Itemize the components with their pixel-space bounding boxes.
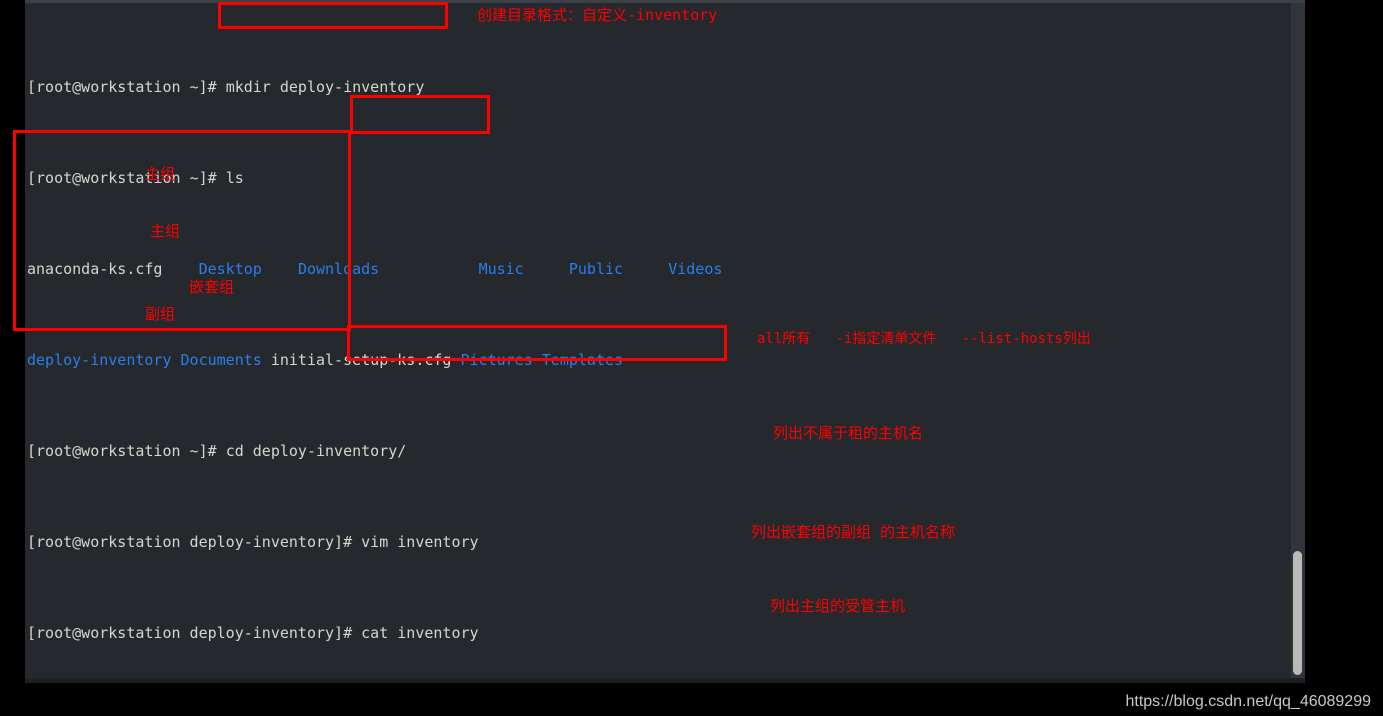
scrollbar-track[interactable] [1291, 3, 1305, 678]
ls-entry-documents: Documents [180, 350, 262, 369]
ls-entry-anaconda: anaconda-ks.cfg [27, 259, 163, 278]
shell-prompt: [root@workstation ~]# [27, 441, 226, 460]
annotation-ungrouped-note: 列出不属于租的主机名 [773, 424, 924, 442]
terminal-line-prompt-cd: [root@workstation ~]# cd deploy-inventor… [27, 442, 1277, 460]
annotation-ansible-all-note: all所有 -i指定清单文件 --list-hosts列出 [757, 331, 1091, 347]
terminal-top-edge [25, 0, 1305, 3]
ls-entry-initial-setup: initial-setup-ks.cfg [270, 350, 452, 369]
annotation-webservers-cmd-note: 列出主组的受管主机 [770, 597, 906, 615]
command-mkdir: mkdir deploy-inventory [225, 77, 425, 96]
shell-prompt: [root@workstation ~]# [27, 168, 226, 187]
annotation-mkdir-note: 创建目录格式：自定义-inventory [477, 6, 718, 24]
ls-entry-pictures: Pictures [460, 350, 533, 369]
terminal-line-prompt-ls: [root@workstation ~]# ls [27, 169, 1277, 187]
watermark-url: https://blog.csdn.net/qq_46089299 [1125, 693, 1371, 710]
command-ls: ls [225, 168, 244, 187]
ls-entry-templates: Templates [541, 350, 624, 369]
ls-output-row-1: anaconda-ks.cfg Desktop Downloads Music … [27, 260, 1277, 278]
ls-entry-music: Music [478, 259, 524, 278]
ls-entry-downloads: Downloads [297, 259, 380, 278]
annotation-server-note: 列出嵌套组的副组 的主机名称 [751, 523, 956, 541]
shell-prompt: [root@workstation deploy-inventory]# [27, 532, 362, 551]
terminal-line-prompt-mkdir: [root@workstation ~]# mkdir deploy-inven… [27, 78, 1277, 96]
ls-entry-desktop: Desktop [198, 259, 262, 278]
annotation-dbservers-group: 主组 [150, 222, 181, 240]
annotation-webservers-group: 主组 [145, 165, 176, 183]
shell-prompt: [root@workstation ~]# [27, 77, 226, 96]
annotation-subgroup: 副组 [145, 305, 176, 323]
command-cd: cd deploy-inventory/ [225, 441, 407, 460]
ls-output-row-2: deploy-inventory Documents initial-setup… [27, 351, 1277, 369]
terminal-line-prompt-vim: [root@workstation deploy-inventory]# vim… [27, 533, 1277, 551]
shell-prompt: [root@workstation deploy-inventory]# [27, 623, 362, 642]
terminal-bottom-edge [25, 678, 1305, 683]
annotation-children-group: 嵌套组 [189, 278, 235, 296]
ls-entry-deploy-inventory: deploy-inventory [27, 350, 172, 369]
command-cat: cat inventory [361, 623, 479, 642]
ls-entry-videos: Videos [668, 259, 723, 278]
terminal-window[interactable]: [root@workstation ~]# mkdir deploy-inven… [25, 0, 1305, 683]
ls-entry-public: Public [568, 259, 624, 278]
terminal-line-prompt-cat: [root@workstation deploy-inventory]# cat… [27, 624, 1277, 642]
command-vim: vim inventory [361, 532, 479, 551]
scrollbar-thumb[interactable] [1293, 551, 1302, 675]
